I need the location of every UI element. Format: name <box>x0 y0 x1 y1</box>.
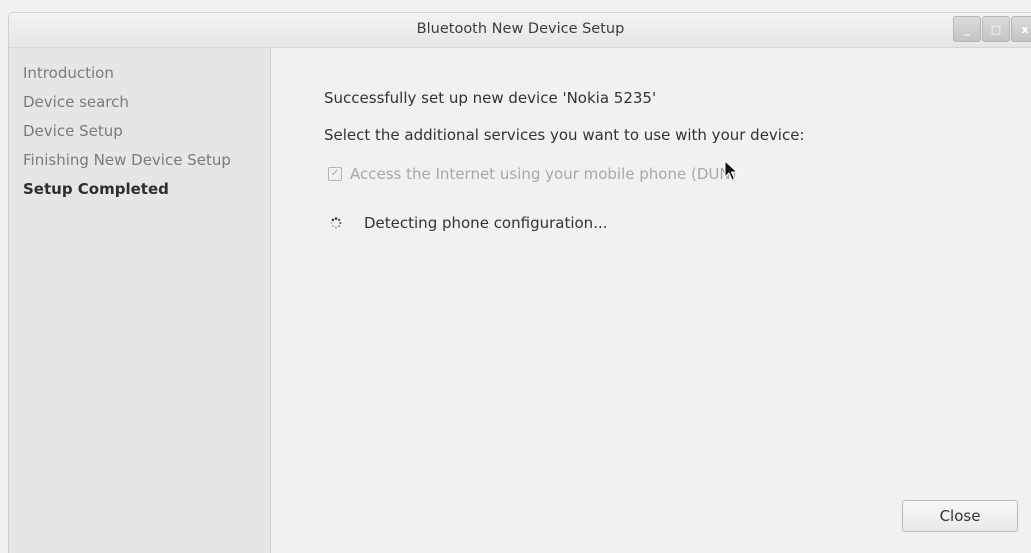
success-message: Successfully set up new device 'Nokia 52… <box>324 89 657 107</box>
step-device-search: Device search <box>23 93 129 111</box>
window-controls: _ □ x <box>953 16 1031 42</box>
spinner-icon <box>330 217 342 229</box>
step-setup-completed: Setup Completed <box>23 180 169 198</box>
maximize-button[interactable]: □ <box>982 16 1010 42</box>
step-finishing-setup: Finishing New Device Setup <box>23 151 231 169</box>
titlebar[interactable]: Bluetooth New Device Setup _ □ x <box>9 13 1031 48</box>
status-row: Detecting phone configuration... <box>330 214 608 232</box>
step-introduction: Introduction <box>23 64 114 82</box>
minimize-button[interactable]: _ <box>953 16 981 42</box>
mouse-pointer-icon <box>724 160 738 181</box>
dun-service-label: Access the Internet using your mobile ph… <box>350 165 737 183</box>
close-button[interactable]: Close <box>902 500 1018 532</box>
step-device-setup: Device Setup <box>23 122 123 140</box>
window-title: Bluetooth New Device Setup <box>416 21 625 37</box>
dun-service-option[interactable]: ✓ Access the Internet using your mobile … <box>328 165 736 183</box>
services-prompt: Select the additional services you want … <box>324 126 805 144</box>
checkbox-icon[interactable]: ✓ <box>328 167 342 181</box>
steps-sidebar: Introduction Device search Device Setup … <box>9 48 271 553</box>
close-window-button[interactable]: x <box>1011 16 1031 42</box>
status-text: Detecting phone configuration... <box>364 214 608 232</box>
